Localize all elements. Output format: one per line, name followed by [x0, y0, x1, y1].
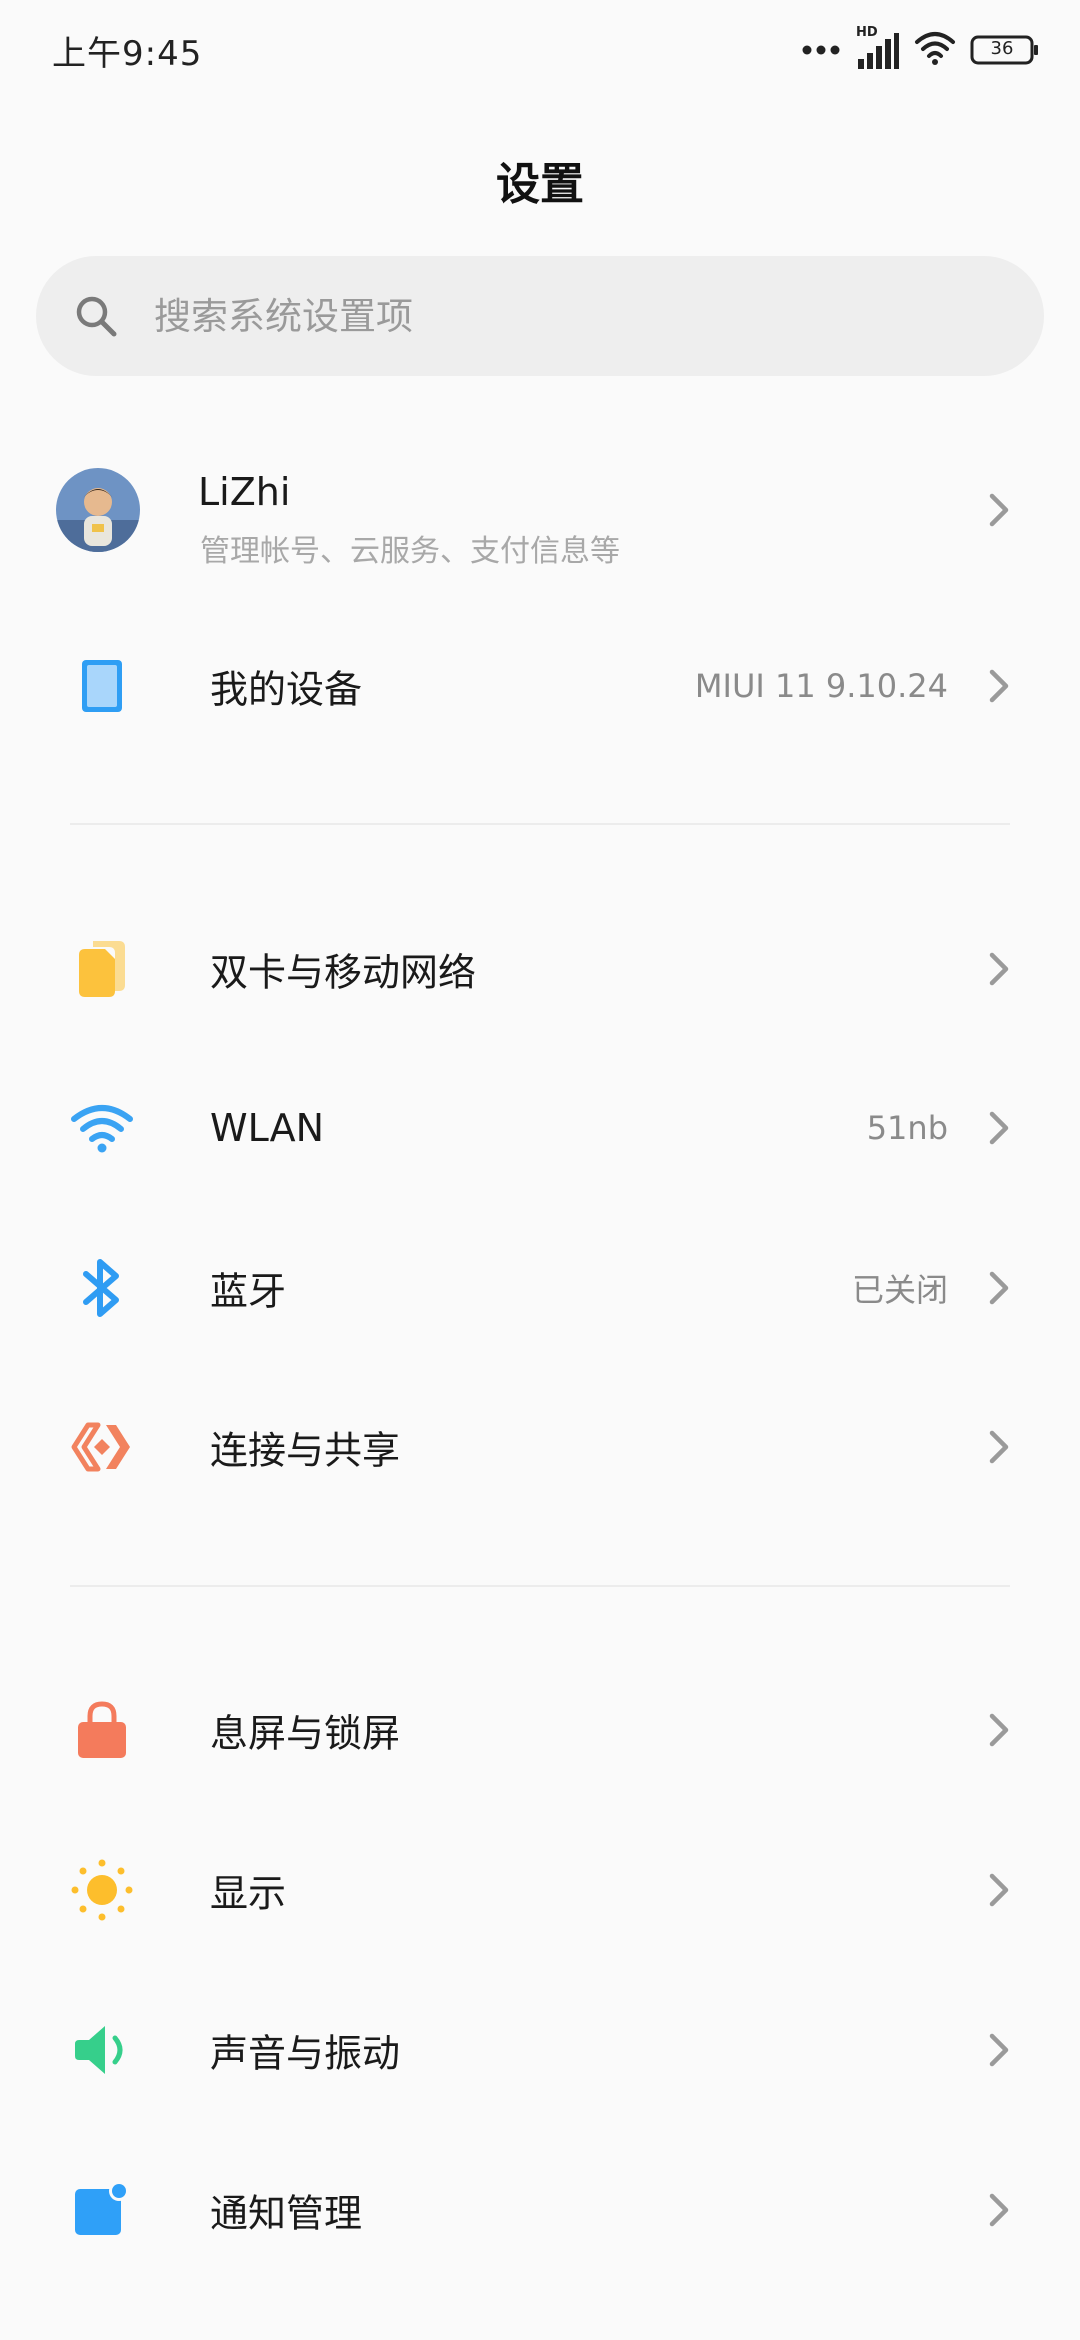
- status-icons: HD 36: [802, 25, 1040, 72]
- page-title: 设置: [496, 159, 584, 210]
- notification-label: 通知管理: [210, 2191, 363, 2236]
- cell-signal-icon: HD: [856, 25, 900, 71]
- chevron-right-icon: [989, 1111, 1009, 1145]
- my-device-value: MIUI 11 9.10.24: [694, 667, 948, 705]
- status-time: 上午9:45: [52, 34, 203, 74]
- wifi-icon: [70, 1096, 134, 1160]
- lock-screen-label: 息屏与锁屏: [210, 1711, 401, 1756]
- chevron-right-icon: [989, 2033, 1009, 2067]
- battery-icon: 36: [970, 35, 1040, 65]
- lock-icon: [70, 1698, 134, 1762]
- avatar: [56, 468, 140, 552]
- bluetooth-value: 已关闭: [851, 1271, 948, 1309]
- bluetooth-icon: [70, 1256, 134, 1320]
- share-icon: [70, 1415, 134, 1479]
- status-bar: 上午9:45 HD 36: [0, 0, 1080, 100]
- bluetooth-label: 蓝牙: [210, 1269, 287, 1314]
- display-label: 显示: [210, 1871, 287, 1916]
- more-dots-icon: [802, 41, 842, 60]
- wlan-label: WLAN: [210, 1106, 325, 1150]
- account-subtitle: 管理帐号、云服务、支付信息等: [200, 534, 620, 569]
- battery-level: 36: [990, 38, 1014, 59]
- search-input[interactable]: [152, 293, 956, 339]
- chevron-right-icon: [989, 493, 1009, 527]
- my-device-row[interactable]: 我的设备 MIUI 11 9.10.24: [0, 606, 1080, 766]
- account-name: LiZhi: [198, 470, 291, 514]
- device-icon: [70, 654, 134, 718]
- chevron-right-icon: [989, 2193, 1009, 2227]
- notification-icon: [70, 2178, 134, 2242]
- sun-icon: [70, 1858, 134, 1922]
- search-bar[interactable]: [36, 256, 1044, 376]
- sim-network-row[interactable]: 双卡与移动网络: [0, 889, 1080, 1049]
- account-row[interactable]: LiZhi 管理帐号、云服务、支付信息等: [0, 430, 1080, 590]
- chevron-right-icon: [989, 952, 1009, 986]
- display-row[interactable]: 显示: [0, 1810, 1080, 1970]
- chevron-right-icon: [989, 669, 1009, 703]
- search-icon: [72, 292, 120, 340]
- sound-vibration-label: 声音与振动: [210, 2031, 401, 2076]
- section-divider: [70, 823, 1010, 825]
- section-divider: [70, 1585, 1010, 1587]
- chevron-right-icon: [989, 1271, 1009, 1305]
- speaker-icon: [70, 2018, 134, 2082]
- chevron-right-icon: [989, 1430, 1009, 1464]
- wlan-row[interactable]: WLAN 51nb: [0, 1048, 1080, 1208]
- wifi-status-icon: [914, 30, 956, 70]
- lock-screen-row[interactable]: 息屏与锁屏: [0, 1650, 1080, 1810]
- sim-network-label: 双卡与移动网络: [210, 950, 477, 995]
- connection-sharing-label: 连接与共享: [210, 1428, 401, 1473]
- chevron-right-icon: [989, 1713, 1009, 1747]
- bluetooth-row[interactable]: 蓝牙 已关闭: [0, 1208, 1080, 1368]
- connection-sharing-row[interactable]: 连接与共享: [0, 1367, 1080, 1527]
- sim-card-icon: [70, 937, 134, 1001]
- notification-row[interactable]: 通知管理: [0, 2130, 1080, 2290]
- wlan-value: 51nb: [866, 1109, 948, 1147]
- sound-vibration-row[interactable]: 声音与振动: [0, 1970, 1080, 2130]
- my-device-label: 我的设备: [210, 667, 363, 712]
- chevron-right-icon: [989, 1873, 1009, 1907]
